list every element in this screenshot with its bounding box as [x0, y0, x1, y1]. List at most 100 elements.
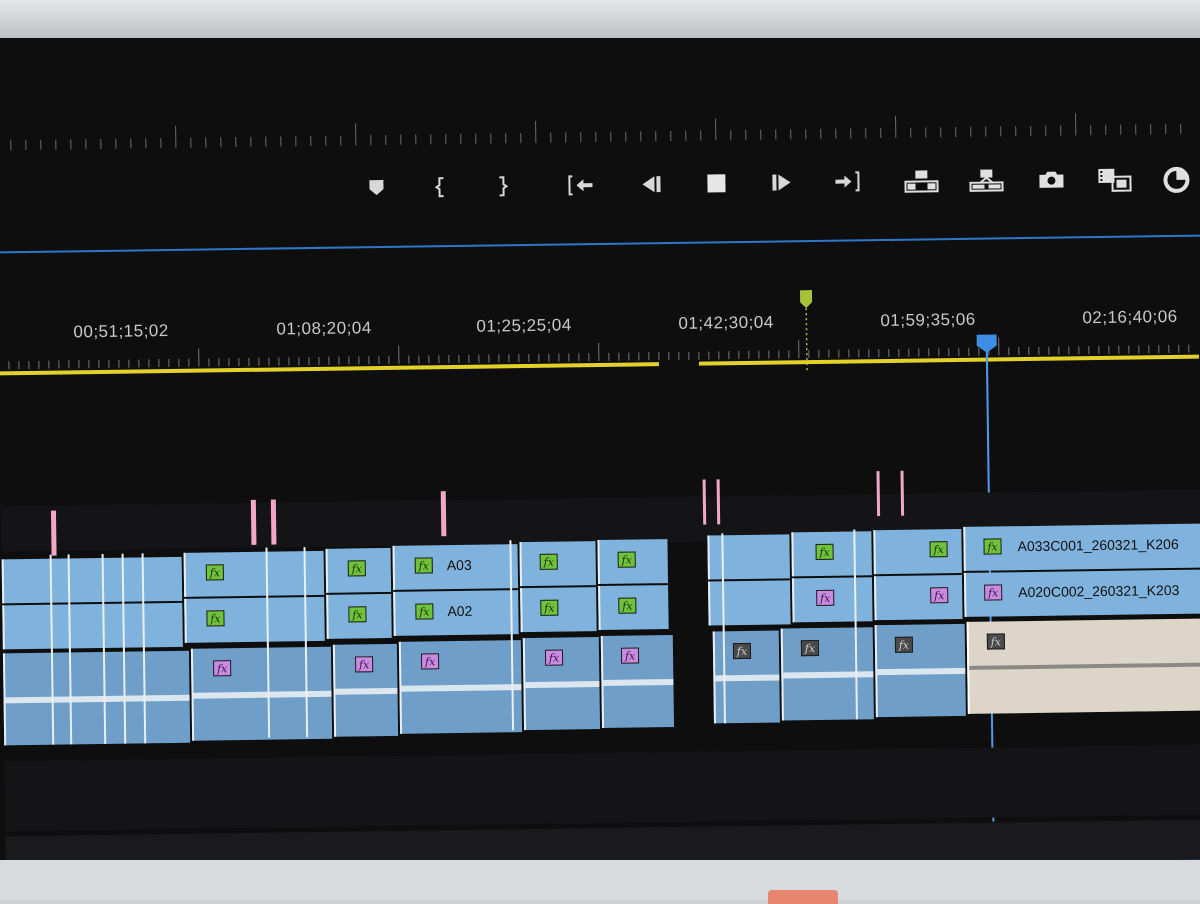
clip-name: A020C002_260321_K203: [1018, 582, 1179, 600]
audio-track-1: fx fx fx fx fx fx: [0, 255, 1197, 272]
waveform: [401, 684, 521, 692]
lift-icon[interactable]: [901, 163, 941, 200]
clip-name: A033C001_260321_K206: [1017, 536, 1178, 554]
fx-badge[interactable]: fx: [816, 590, 834, 606]
timecode-label: 01;59;35;06: [880, 310, 976, 331]
video-clip[interactable]: fx: [520, 587, 597, 632]
fx-badge[interactable]: fx: [929, 541, 947, 557]
fx-badge[interactable]: fx: [987, 633, 1005, 649]
clip-marker: [703, 480, 707, 525]
fx-badge[interactable]: fx: [206, 564, 224, 580]
fx-badge[interactable]: fx: [545, 650, 563, 666]
audio-track-2: [4, 745, 1200, 832]
fx-badge[interactable]: fx: [348, 560, 366, 576]
fx-badge[interactable]: fx: [801, 640, 819, 656]
fx-badge[interactable]: fx: [816, 544, 834, 560]
video-clip[interactable]: [2, 557, 183, 604]
audio-clip[interactable]: fx: [601, 635, 674, 728]
video-clip[interactable]: fx: [874, 575, 963, 620]
video-clip[interactable]: fx: [598, 585, 669, 630]
timecode-label: 01;42;30;04: [678, 313, 774, 334]
settings-icon[interactable]: [1156, 160, 1196, 197]
video-clip[interactable]: fx: [791, 531, 872, 576]
audio-clip[interactable]: [3, 651, 190, 746]
timecode-label: 00;51;15;02: [73, 321, 169, 342]
premiere-window: 00;51;15;02 01;08;20;04 01;25;25;04 01;4…: [0, 38, 1200, 900]
fx-badge[interactable]: fx: [618, 552, 636, 568]
audio-clip[interactable]: fx: [875, 624, 966, 717]
audio-clip[interactable]: fx: [399, 640, 522, 734]
waveform: [335, 688, 397, 695]
clip-marker: [876, 471, 880, 516]
fx-badge[interactable]: fx: [540, 554, 558, 570]
audio-clip[interactable]: fx: [333, 644, 398, 737]
fx-badge[interactable]: fx: [355, 656, 373, 672]
timecode-label: 02;16;40;06: [1082, 307, 1178, 328]
compare-icon[interactable]: [1094, 161, 1134, 198]
audio-clip[interactable]: fx: [191, 647, 332, 741]
sequence-marker[interactable]: [798, 290, 816, 410]
fx-badge[interactable]: fx: [984, 584, 1002, 600]
clip-marker: [900, 471, 904, 516]
fx-badge[interactable]: fx: [895, 637, 913, 653]
audio-clip-selected[interactable]: fx: [967, 619, 1200, 714]
fx-badge[interactable]: fx: [930, 587, 948, 603]
fx-badge[interactable]: fx: [206, 610, 224, 626]
fx-badge[interactable]: fx: [618, 598, 636, 614]
fx-badge[interactable]: fx: [415, 557, 433, 573]
stop-icon[interactable]: [696, 166, 736, 203]
clip-marker: [51, 511, 57, 556]
waveform: [783, 671, 873, 678]
timeline-panel: 00;51;15;02 01;08;20;04 01;25;25;04 01;4…: [0, 255, 1200, 832]
video-clip[interactable]: fx: [873, 529, 962, 574]
clip-name: A02: [447, 603, 472, 619]
clip-marker: [251, 500, 257, 545]
fx-badge[interactable]: fx: [621, 647, 639, 663]
video-track-1: fx fx fx A02 fx fx fx fx fx: [0, 255, 1197, 272]
camera-icon[interactable]: [1031, 161, 1071, 198]
timecode-label: 01;25;25;04: [476, 315, 572, 336]
video-clip[interactable]: fx: [792, 577, 873, 622]
fx-badge[interactable]: fx: [733, 643, 751, 659]
clip-marker: [441, 491, 447, 536]
transport-controls: [346, 160, 1200, 212]
video-clip[interactable]: [708, 580, 791, 625]
video-clip[interactable]: fx A02: [393, 590, 519, 636]
audio-clip[interactable]: fx: [523, 637, 600, 730]
program-monitor-ruler[interactable]: [0, 90, 1196, 157]
timecode-label: 01;08;20;04: [276, 318, 372, 339]
waveform: [6, 695, 190, 704]
desk-object: [768, 890, 838, 904]
step-forward-icon[interactable]: [761, 165, 801, 202]
video-clip[interactable]: fx: [326, 548, 392, 593]
mark-out-icon[interactable]: [481, 169, 521, 206]
panel-divider: [0, 234, 1200, 254]
video-clip[interactable]: fx: [519, 541, 596, 586]
step-back-icon[interactable]: [631, 167, 671, 204]
go-to-in-icon[interactable]: [561, 168, 601, 205]
mark-in-icon[interactable]: [421, 170, 461, 207]
clip-marker: [271, 500, 277, 545]
audio-clip[interactable]: fx: [781, 627, 874, 720]
marker-icon[interactable]: [356, 171, 396, 208]
waveform: [603, 679, 673, 686]
fx-badge[interactable]: fx: [415, 603, 433, 619]
extract-icon[interactable]: [966, 162, 1006, 199]
video-clip[interactable]: fx A03: [392, 544, 518, 590]
video-clip[interactable]: [2, 603, 183, 650]
fx-badge[interactable]: fx: [540, 600, 558, 616]
monitor-bezel-bottom: [0, 860, 1200, 900]
video-clip[interactable]: fx: [597, 539, 668, 584]
fx-badge[interactable]: fx: [213, 660, 231, 676]
clip-marker: [717, 479, 721, 524]
fx-badge[interactable]: fx: [421, 653, 439, 669]
fx-badge[interactable]: fx: [348, 606, 366, 622]
video-clip[interactable]: fx A020C002_260321_K203: [964, 570, 1200, 617]
go-to-out-icon[interactable]: [826, 164, 866, 201]
video-clip[interactable]: fx: [326, 594, 392, 639]
waveform: [877, 668, 965, 675]
clip-name: A03: [447, 557, 472, 573]
fx-badge[interactable]: fx: [983, 538, 1001, 554]
video-clip[interactable]: fx A033C001_260321_K206: [963, 524, 1200, 571]
video-clip[interactable]: [707, 534, 790, 579]
